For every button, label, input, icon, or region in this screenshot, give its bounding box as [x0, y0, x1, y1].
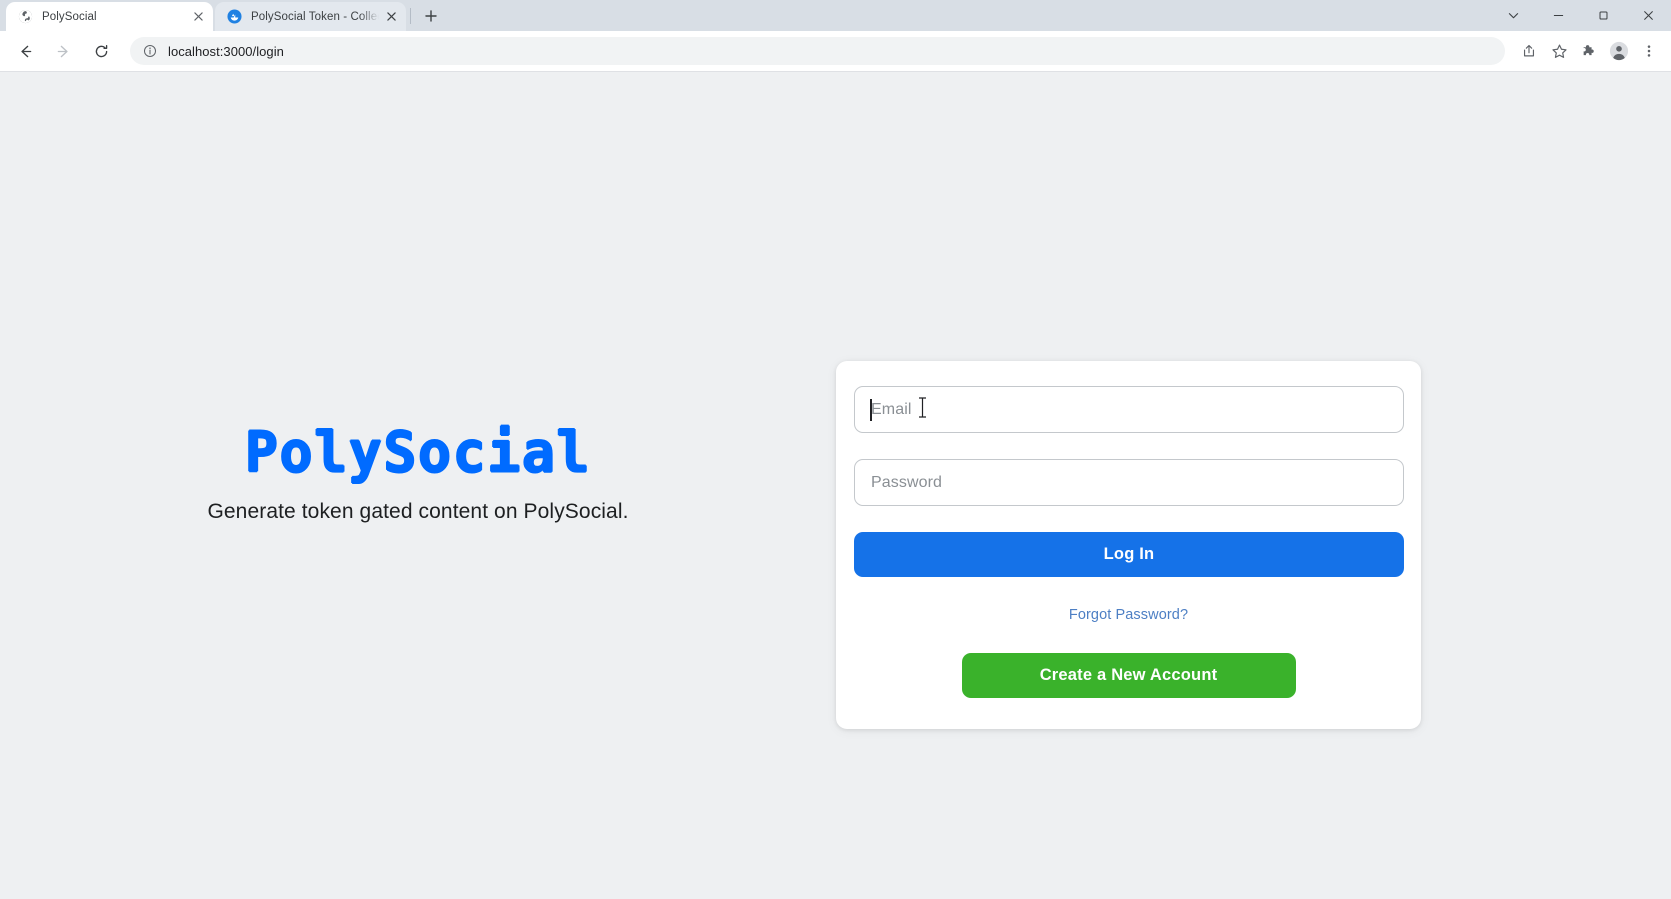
login-page: PolySocial Generate token gated content …: [0, 72, 1671, 899]
tab-strip: PolySocial PolySocial Token - Collection…: [0, 0, 1671, 31]
three-dot-menu-icon[interactable]: [1635, 37, 1663, 65]
tagline-text: Generate token gated content on PolySoci…: [207, 500, 629, 523]
share-icon[interactable]: [1515, 37, 1543, 65]
polysocial-logo: PolySocial: [244, 419, 592, 485]
login-card: Email Password Log In Forgot Password? C…: [836, 361, 1421, 729]
tab-separator: [410, 7, 411, 24]
log-in-button[interactable]: Log In: [854, 532, 1404, 577]
create-account-row: Create a New Account: [854, 653, 1403, 698]
tab-title: PolySocial: [42, 10, 97, 23]
tab-search-icon[interactable]: [1491, 0, 1536, 31]
reload-icon[interactable]: [86, 36, 116, 66]
create-account-button[interactable]: Create a New Account: [961, 653, 1296, 698]
tab-polysocial[interactable]: PolySocial: [6, 2, 213, 31]
text-caret: [870, 399, 872, 421]
password-field[interactable]: Password: [854, 459, 1404, 506]
close-icon[interactable]: [190, 8, 207, 25]
email-field[interactable]: Email: [854, 386, 1404, 433]
opensea-icon: [226, 9, 242, 25]
new-tab-button[interactable]: [417, 2, 445, 30]
window-controls: [1491, 0, 1671, 31]
page-viewport: PolySocial Generate token gated content …: [0, 72, 1671, 899]
info-circle-icon[interactable]: [142, 43, 158, 59]
tab-title: PolySocial Token - Collection | Op: [251, 10, 379, 23]
tab-polysocial-token[interactable]: PolySocial Token - Collection | Op: [215, 2, 406, 31]
email-placeholder: Email: [871, 400, 912, 418]
hero-section: PolySocial Generate token gated content …: [0, 419, 836, 524]
star-icon[interactable]: [1545, 37, 1573, 65]
minimize-icon[interactable]: [1536, 0, 1581, 31]
address-bar[interactable]: localhost:3000/login: [130, 37, 1505, 65]
globe-icon: [17, 9, 33, 25]
close-icon[interactable]: [1626, 0, 1671, 31]
maximize-icon[interactable]: [1581, 0, 1626, 31]
browser-toolbar: localhost:3000/login: [0, 31, 1671, 72]
puzzle-piece-icon[interactable]: [1575, 37, 1603, 65]
profile-avatar-icon[interactable]: [1605, 37, 1633, 65]
browser-window: PolySocial PolySocial Token - Collection…: [0, 0, 1671, 899]
close-icon[interactable]: [383, 8, 400, 25]
forward-arrow-icon: [48, 36, 78, 66]
password-placeholder: Password: [871, 473, 943, 491]
forgot-password-row: Forgot Password?: [854, 606, 1403, 624]
back-arrow-icon[interactable]: [10, 36, 40, 66]
url-text: localhost:3000/login: [168, 43, 284, 59]
forgot-password-link[interactable]: Forgot Password?: [1069, 607, 1188, 623]
